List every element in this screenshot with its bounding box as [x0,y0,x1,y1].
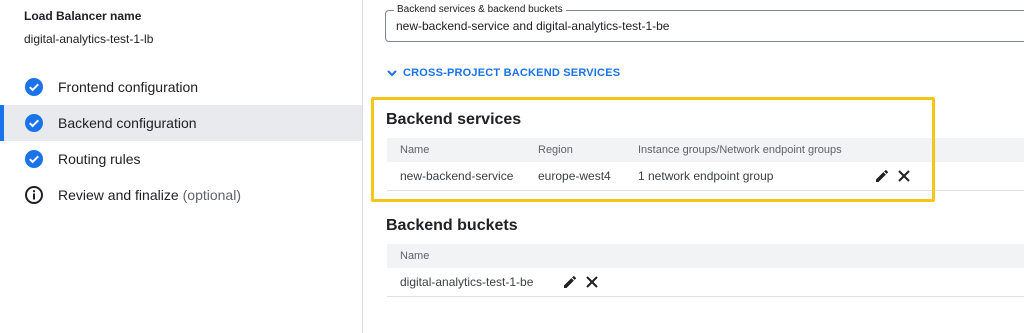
table-row: digital-analytics-test-1-be [387,268,1024,297]
step-label: Review and finalize [58,187,179,203]
check-circle-icon [24,113,44,133]
backend-services-title: Backend services [386,111,522,128]
backend-service-region: europe-west4 [538,169,611,183]
step-backend-configuration[interactable]: Backend configuration [0,105,362,141]
edit-icon[interactable] [874,168,890,184]
column-header-region: Region [538,144,573,156]
cross-project-backend-services-link[interactable]: CROSS-PROJECT BACKEND SERVICES [387,67,620,79]
step-routing-rules[interactable]: Routing rules [0,141,362,177]
backend-buckets-table-header: Name [387,244,1024,268]
step-label: Routing rules [58,151,141,167]
main-panel: Backend services & backend buckets new-b… [363,0,1024,333]
backend-service-groups: 1 network endpoint group [638,169,774,183]
step-optional-tag: (optional) [182,187,241,203]
info-icon [24,185,44,205]
field-legend: Backend services & backend buckets [394,4,566,15]
step-label: Backend configuration [58,115,197,131]
delete-icon[interactable] [584,274,600,290]
column-header-name: Name [400,144,430,156]
step-label: Frontend configuration [58,79,199,95]
field-value: new-backend-service and digital-analytic… [396,19,670,33]
check-circle-icon [24,77,44,97]
chevron-down-icon [387,70,397,77]
lb-name-value: digital-analytics-test-1-lb [24,32,154,46]
column-header-groups: Instance groups/Network endpoint groups [638,144,842,156]
step-review-and-finalize[interactable]: Review and finalize (optional) [0,177,362,213]
backend-buckets-title: Backend buckets [386,217,518,234]
sidebar: Load Balancer name digital-analytics-tes… [0,0,363,333]
backend-bucket-name: digital-analytics-test-1-be [400,275,534,289]
cross-project-label: CROSS-PROJECT BACKEND SERVICES [403,67,621,79]
step-frontend-configuration[interactable]: Frontend configuration [0,69,362,105]
backend-service-name: new-backend-service [400,169,514,183]
backend-selection-field[interactable]: Backend services & backend buckets new-b… [385,4,1024,42]
column-header-name: Name [400,250,430,262]
lb-name-label: Load Balancer name [24,9,142,23]
backend-services-table-header: Name Region Instance groups/Network endp… [387,138,1024,162]
table-row: new-backend-service europe-west4 1 netwo… [387,162,1024,191]
edit-icon[interactable] [562,274,578,290]
delete-icon[interactable] [896,168,912,184]
check-circle-icon [24,149,44,169]
